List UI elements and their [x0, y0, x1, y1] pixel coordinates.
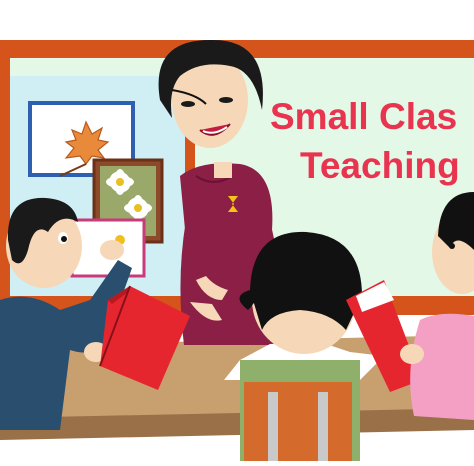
chair-back [244, 382, 352, 461]
caption-line-1: Small Clas [270, 96, 458, 137]
classroom-svg [0, 0, 474, 461]
caption-line-2: Teaching [300, 145, 460, 186]
classroom-illustration: Small Clas Teaching [0, 0, 474, 461]
